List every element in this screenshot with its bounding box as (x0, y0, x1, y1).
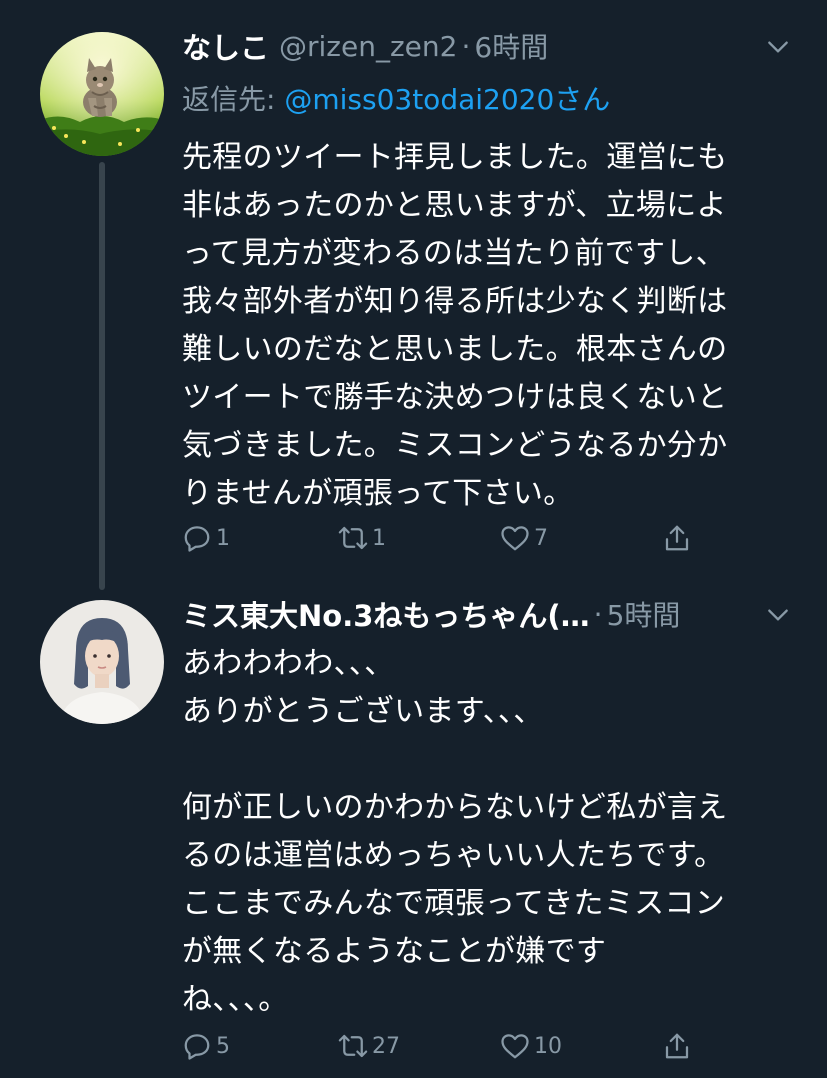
like-count: 7 (534, 525, 548, 551)
reply-icon (184, 1034, 210, 1060)
retweet-button[interactable]: 1 (338, 518, 386, 558)
conversation-thread: なしこ @rizen_zen2 · 6時間 返信先: @miss03todai2… (0, 0, 827, 1078)
heart-icon (501, 526, 529, 551)
share-button[interactable] (662, 518, 692, 558)
share-button[interactable] (662, 1026, 692, 1066)
tweet-actions: 5 27 10 (182, 1026, 702, 1066)
timestamp[interactable]: 6時間 (474, 26, 548, 66)
retweet-count: 1 (372, 525, 386, 551)
kitten-photo-avatar-icon (40, 32, 164, 156)
reply-icon (184, 526, 210, 552)
like-button[interactable]: 10 (500, 1026, 562, 1066)
avatar[interactable] (40, 32, 164, 156)
reply-button[interactable]: 5 (182, 1026, 230, 1066)
retweet-icon (338, 1034, 368, 1058)
share-icon (665, 525, 689, 551)
chevron-down-icon[interactable] (765, 602, 791, 628)
separator-dot: · (593, 597, 603, 631)
replying-to-label: 返信先: (182, 83, 285, 116)
display-name[interactable]: なしこ (182, 25, 269, 67)
tweet-header: ミス東大No.3ねもっちゃん(… · 5時間 (182, 594, 797, 634)
tweet-text: 先程のツイート拝見しました。運営にも 非はあったのかと思いますが、立場によ って… (182, 140, 728, 511)
tweet-actions: 1 1 7 (182, 518, 702, 558)
tweet-header: なしこ @rizen_zen2 · 6時間 (182, 26, 797, 66)
thread-connector-line (99, 162, 105, 590)
share-icon (665, 1033, 689, 1059)
separator-dot: · (461, 29, 471, 63)
display-name[interactable]: ミス東大No.3ねもっちゃん(… (182, 593, 590, 635)
avatar[interactable] (40, 600, 164, 724)
like-button[interactable]: 7 (500, 518, 548, 558)
replying-to: 返信先: @miss03todai2020さん (182, 78, 610, 118)
reply-count: 5 (216, 1033, 230, 1059)
retweet-count: 27 (372, 1033, 400, 1059)
retweet-button[interactable]: 27 (338, 1026, 400, 1066)
retweet-icon (338, 526, 368, 550)
chevron-down-icon[interactable] (765, 34, 791, 60)
like-count: 10 (534, 1033, 562, 1059)
woman-photo-avatar-icon (40, 600, 164, 724)
tweet-text: あわわわわ、、、 ありがとうございます、、、 何が正しいのかわからないけど私が言… (182, 646, 728, 1017)
timestamp[interactable]: 5時間 (607, 594, 681, 634)
heart-icon (501, 1034, 529, 1059)
reply-button[interactable]: 1 (182, 518, 230, 558)
reply-count: 1 (216, 525, 230, 551)
mention-link[interactable]: @miss03todai2020さん (284, 83, 610, 116)
user-handle[interactable]: @rizen_zen2 (279, 30, 457, 63)
